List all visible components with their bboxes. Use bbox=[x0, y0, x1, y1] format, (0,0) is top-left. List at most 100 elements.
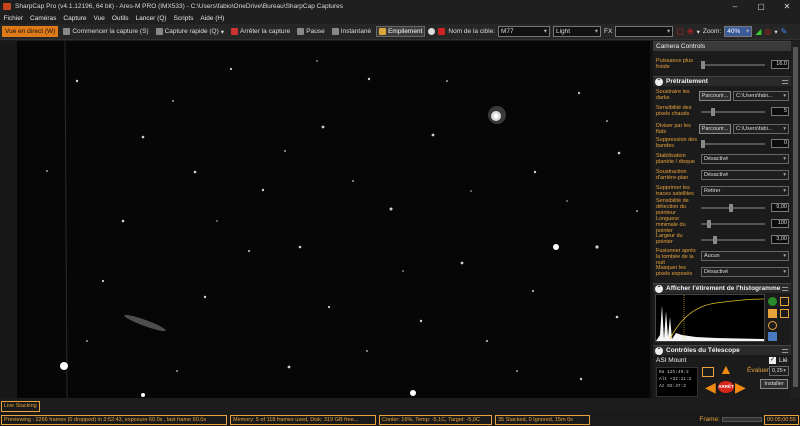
telescope-header[interactable]: ⌃ Contrôles du Télescope bbox=[653, 345, 791, 355]
record-icon[interactable] bbox=[428, 28, 436, 35]
menu-cameras[interactable]: Caméras bbox=[27, 13, 60, 24]
detection-sensitivity-value[interactable]: 9,00 bbox=[771, 203, 789, 212]
settings-icon[interactable] bbox=[780, 297, 789, 306]
camera-controls-header[interactable]: Camera Controls bbox=[653, 41, 791, 51]
grip-icon bbox=[782, 349, 788, 353]
stacking-button[interactable]: Empilement bbox=[376, 26, 426, 37]
histogram-curve bbox=[656, 295, 765, 341]
menu-lancer[interactable]: Lancer (Q) bbox=[132, 13, 170, 24]
arrow-right-icon[interactable]: ▶ bbox=[735, 380, 746, 394]
darks-path-select[interactable]: C:\Users\fabi... bbox=[733, 91, 789, 101]
evaluate-label: Évaluer: bbox=[747, 367, 771, 374]
min-length-slider[interactable] bbox=[701, 220, 765, 228]
chevron-down-icon: ▾ bbox=[220, 28, 225, 36]
cooler-status: Cooler: 16%, Temp: -5,1C, Target: -5,0C bbox=[379, 414, 492, 425]
histogram-icon[interactable]: ◢ bbox=[755, 27, 761, 36]
pause-button[interactable]: Pause bbox=[295, 26, 326, 37]
arrow-up-icon[interactable]: ▲ bbox=[719, 362, 733, 376]
band-suppression-slider[interactable] bbox=[701, 140, 765, 148]
quick-capture-button[interactable]: Capture rapide (Q) ▾ bbox=[154, 26, 226, 37]
mount-name: ASI Mount bbox=[656, 357, 687, 364]
quick-capture-icon bbox=[155, 28, 163, 35]
stop-capture-button[interactable]: Arrêter la capture bbox=[229, 26, 292, 37]
install-button[interactable]: Installer bbox=[760, 379, 788, 389]
satellite-select[interactable]: Retirer bbox=[701, 186, 789, 196]
width-slider[interactable] bbox=[701, 236, 765, 244]
min-length-value[interactable]: 100 bbox=[771, 219, 789, 228]
park-icon[interactable] bbox=[702, 367, 714, 377]
histogram-chart[interactable] bbox=[655, 294, 765, 342]
arrow-left-icon[interactable]: ◀ bbox=[705, 380, 716, 394]
stack-status: 35 Stacked, 0 Ignored, 15m 0s bbox=[495, 414, 590, 425]
width-value[interactable]: 3,00 bbox=[771, 235, 789, 244]
hot-pixel-value[interactable]: 5 bbox=[771, 107, 789, 116]
live-image-viewport[interactable] bbox=[17, 41, 650, 398]
stabilisation-select[interactable]: Désactivé bbox=[701, 154, 789, 164]
crosshair-icon[interactable]: ⊕ bbox=[687, 27, 694, 36]
red-mode-icon[interactable] bbox=[438, 28, 446, 35]
menu-outils[interactable]: Outils bbox=[108, 13, 132, 24]
capture-icon bbox=[63, 28, 71, 35]
menu-fichier[interactable]: Fichier bbox=[0, 13, 27, 24]
evaluate-select[interactable]: 0,25 bbox=[769, 366, 789, 376]
chevron-down-icon[interactable]: ▾ bbox=[774, 28, 777, 36]
pretraitement-header[interactable]: ⌃ Prétraitement bbox=[653, 76, 791, 86]
live-stacking-tab[interactable]: Live Stacking bbox=[1, 401, 40, 412]
grip-icon bbox=[782, 287, 788, 291]
minimize-button[interactable]: – bbox=[722, 0, 748, 13]
alt-readout: Alt +32:11:2 bbox=[659, 377, 692, 382]
cooler-power-slider[interactable] bbox=[701, 61, 765, 69]
satellite-label: Supprimer les traces satellites bbox=[656, 185, 694, 197]
start-capture-button[interactable]: Commencer la capture (S) bbox=[61, 26, 150, 37]
snapshot-button[interactable]: Instantané bbox=[330, 26, 373, 37]
mask-label: Masquer les pixels exposés bbox=[656, 265, 693, 277]
merge-select[interactable]: Aucun bbox=[701, 251, 789, 261]
live-view-button[interactable]: Vue en direct (W) bbox=[2, 26, 59, 37]
save-icon[interactable] bbox=[768, 332, 777, 341]
lightning-icon[interactable] bbox=[768, 309, 777, 318]
info-icon[interactable] bbox=[768, 297, 777, 306]
band-suppression-value[interactable]: 0 bbox=[771, 139, 789, 148]
target-icon[interactable]: ◎ bbox=[764, 27, 771, 36]
menu-aide[interactable]: Aide (H) bbox=[197, 13, 228, 24]
collapse-icon[interactable]: ⌃ bbox=[655, 347, 663, 355]
preview-status: Previewing : 2266 frames (0 dropped) in … bbox=[1, 414, 227, 425]
menu-scripts[interactable]: Scripts bbox=[170, 13, 197, 24]
reset-icon[interactable] bbox=[780, 309, 789, 318]
quick-capture-label: Capture rapide (Q) bbox=[164, 28, 219, 35]
scrollbar-thumb[interactable] bbox=[793, 47, 798, 387]
close-button[interactable]: ✕ bbox=[774, 0, 800, 13]
control-panel: Camera Controls Puissance plus froide 16… bbox=[653, 41, 791, 398]
mask-select[interactable]: Désactivé bbox=[701, 267, 789, 277]
reticle-icon[interactable]: ▢ bbox=[676, 27, 684, 36]
menu-capture[interactable]: Capture bbox=[60, 13, 90, 24]
maximize-button[interactable]: ▢ bbox=[748, 0, 774, 13]
stop-mount-button[interactable]: ARRÊT bbox=[718, 381, 734, 393]
filter-combo[interactable]: Light bbox=[553, 26, 601, 37]
flats-path-select[interactable]: C:\Users\fabi... bbox=[733, 124, 789, 134]
pause-label: Pause bbox=[306, 28, 325, 35]
window-title: SharpCap Pro (v4.1.12196, 64 bit) - Ares… bbox=[15, 3, 344, 10]
browse-flats-button[interactable]: Parcourir... bbox=[699, 124, 731, 134]
collapse-icon[interactable]: ⌃ bbox=[655, 285, 663, 293]
collapse-icon[interactable]: ⌃ bbox=[655, 78, 663, 86]
pin-icon[interactable]: ✎ bbox=[781, 27, 788, 36]
refresh-icon[interactable] bbox=[768, 321, 777, 330]
hot-pixel-slider[interactable] bbox=[701, 108, 765, 116]
chevron-down-icon[interactable]: ▾ bbox=[697, 28, 700, 36]
menu-bar: Fichier Caméras Capture Vue Outils Lancer (Q)… bbox=[0, 13, 800, 24]
background-subtraction-select[interactable]: Désactivé bbox=[701, 170, 789, 180]
grip-icon bbox=[782, 80, 788, 84]
histogram-header[interactable]: ⌃ Afficher l'étirement de l'histogramme bbox=[653, 283, 791, 293]
linked-checkbox[interactable]: ✓ bbox=[769, 357, 776, 364]
target-name-combo[interactable]: M77 bbox=[498, 26, 550, 37]
fx-combo[interactable] bbox=[615, 26, 674, 37]
browse-darks-button[interactable]: Parcourir... bbox=[699, 91, 731, 101]
detection-sensitivity-slider[interactable] bbox=[701, 204, 765, 212]
memory-status: Memory: 5 of 118 frames used, Disk: 319 … bbox=[230, 414, 376, 425]
linked-label: Lié bbox=[779, 357, 788, 364]
zoom-combo[interactable]: 40% bbox=[724, 26, 753, 37]
menu-vue[interactable]: Vue bbox=[90, 13, 108, 24]
panel-scrollbar[interactable] bbox=[791, 41, 800, 398]
histogram-title: Afficher l'étirement de l'histogramme bbox=[666, 285, 781, 292]
